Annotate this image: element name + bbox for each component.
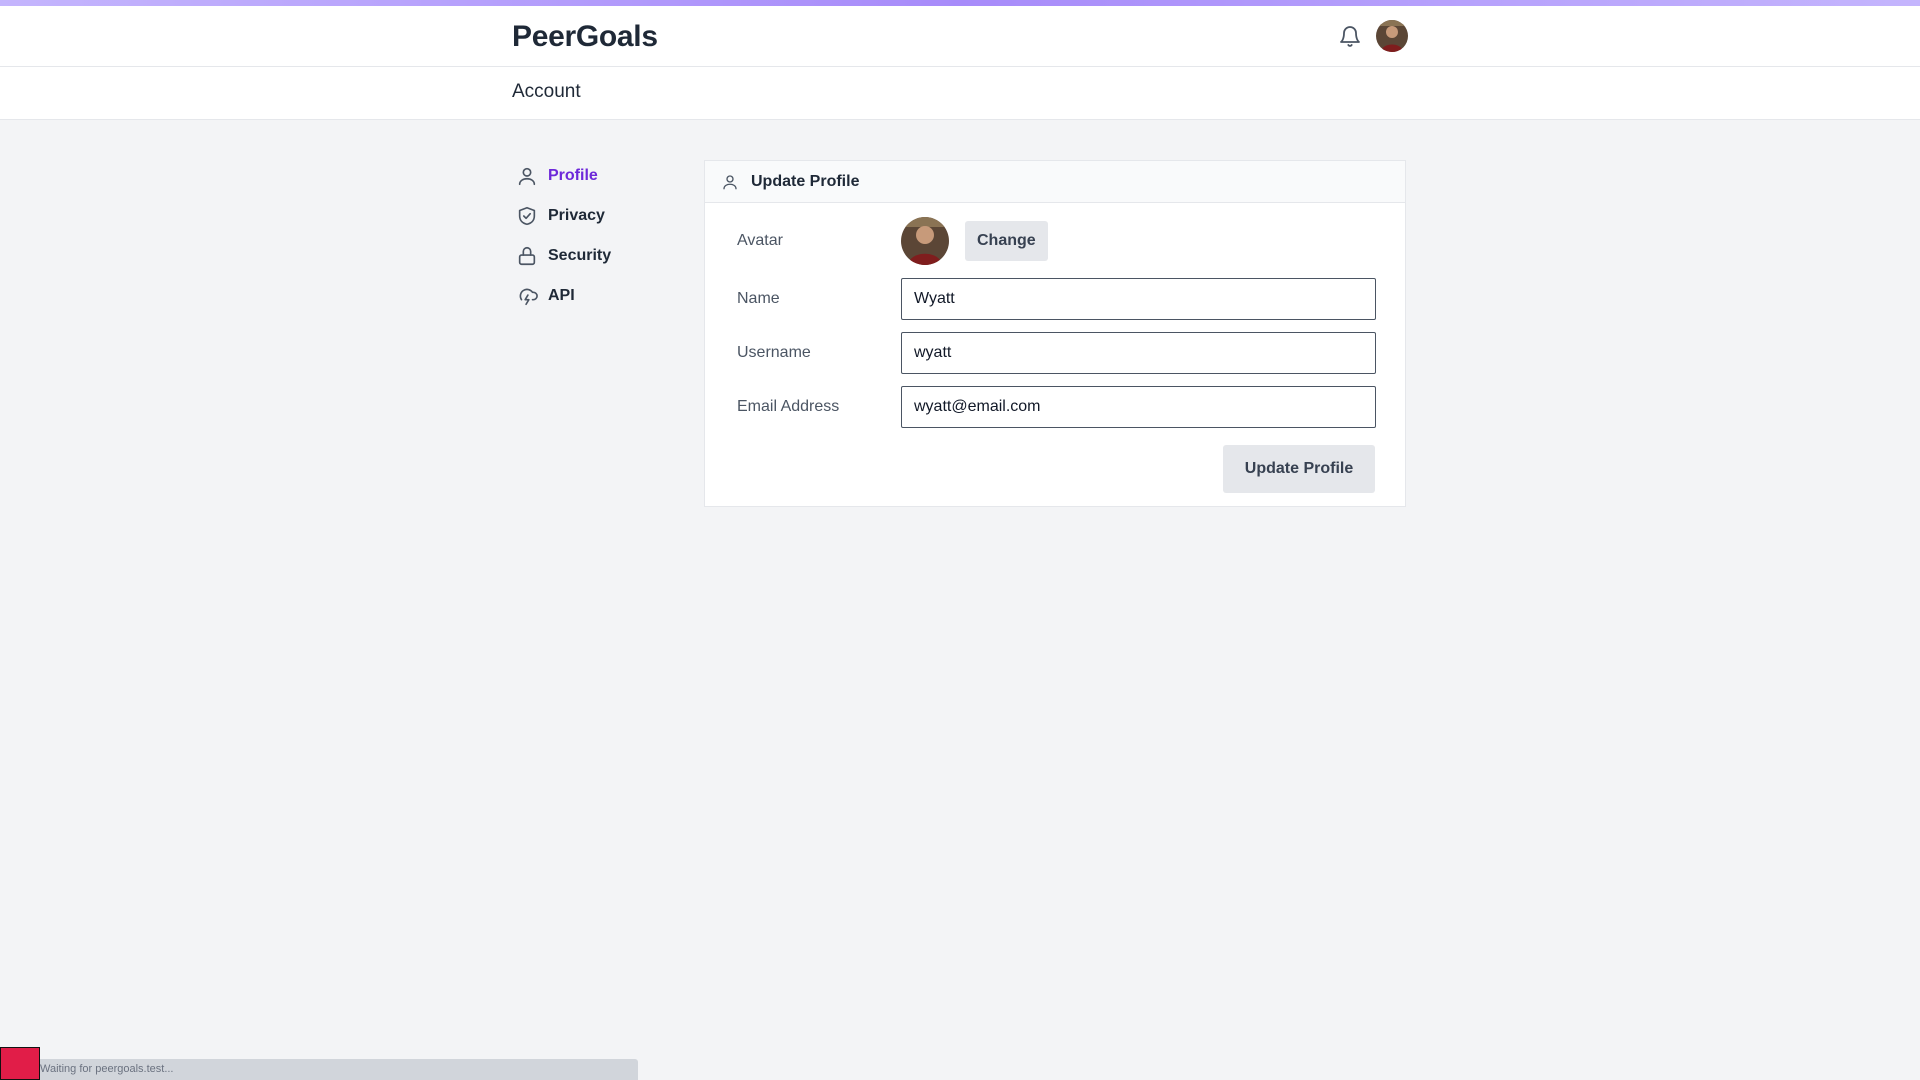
update-profile-button[interactable]: Update Profile <box>1223 445 1375 493</box>
avatar-row: Avatar Change <box>737 217 1048 265</box>
top-navbar: PeerGoals <box>0 6 1920 67</box>
cloud-lightning-icon <box>519 288 538 306</box>
sidenav-item-privacy[interactable]: Privacy <box>512 196 672 236</box>
sidenav-item-api[interactable]: API <box>512 276 672 316</box>
shield-check-icon <box>518 206 536 226</box>
avatar <box>901 217 949 265</box>
name-label: Name <box>737 290 780 307</box>
sidenav-item-label: Security <box>548 247 612 264</box>
page-header: Account <box>0 67 1920 120</box>
sidenav-item-label: API <box>548 287 575 304</box>
sidenav-item-label: Privacy <box>548 207 605 224</box>
user-avatar[interactable] <box>1376 20 1408 52</box>
username-input[interactable] <box>901 332 1376 374</box>
change-avatar-button[interactable]: Change <box>965 221 1048 261</box>
sidenav-item-profile[interactable]: Profile <box>512 156 672 196</box>
sidenav-item-label: Profile <box>548 167 598 184</box>
username-row: Username <box>737 332 1376 374</box>
debug-toolbar-icon[interactable] <box>0 1047 40 1080</box>
name-input[interactable] <box>901 278 1376 320</box>
card-title: Update Profile <box>751 172 860 190</box>
card-header: Update Profile <box>705 161 1405 203</box>
user-icon <box>518 167 536 186</box>
username-label: Username <box>737 344 811 361</box>
account-sidenav: Profile Privacy Security API <box>512 156 672 316</box>
bell-icon[interactable] <box>1338 24 1362 50</box>
lock-icon <box>518 246 536 266</box>
status-text: Waiting for peergoals.test... <box>40 1063 174 1075</box>
avatar-label: Avatar <box>737 232 783 249</box>
user-icon <box>723 174 737 189</box>
update-profile-card: Update Profile Avatar Change Name Userna… <box>704 160 1406 507</box>
email-row: Email Address <box>737 386 1376 428</box>
page-title: Account <box>512 81 581 102</box>
sidenav-item-security[interactable]: Security <box>512 236 672 276</box>
name-row: Name <box>737 278 1376 320</box>
brand-logo[interactable]: PeerGoals <box>512 20 658 54</box>
browser-status-bar: Waiting for peergoals.test... <box>0 1059 638 1080</box>
email-label: Email Address <box>737 398 840 415</box>
email-input[interactable] <box>901 386 1376 428</box>
